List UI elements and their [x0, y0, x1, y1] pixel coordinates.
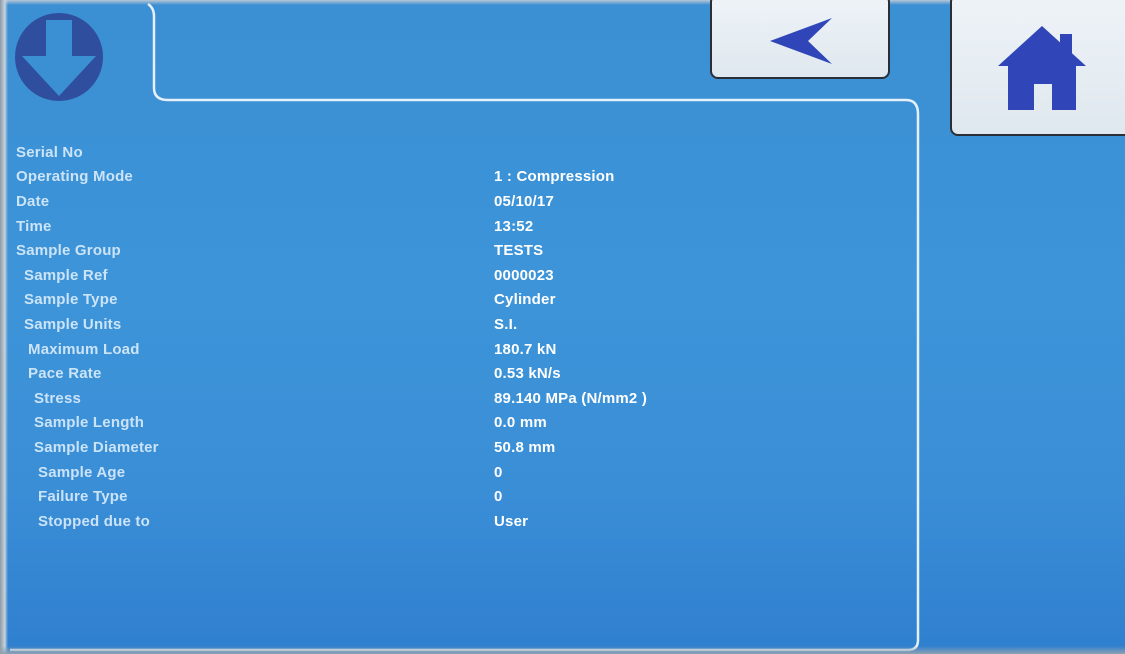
test-details-table: Serial No Operating Mode 1 : Compression… — [16, 140, 776, 534]
detail-value: 13:52 — [494, 217, 534, 235]
detail-label: Sample Group — [16, 242, 121, 260]
detail-value: S.I. — [494, 315, 518, 333]
detail-label: Sample Units — [24, 315, 122, 333]
detail-value: 89.140 MPa (N/mm2 ) — [494, 389, 648, 407]
detail-row-date: Date 05/10/17 — [16, 189, 776, 214]
home-icon — [998, 26, 1086, 110]
detail-value: 0 — [494, 463, 503, 481]
detail-row-operating-mode: Operating Mode 1 : Compression — [16, 165, 776, 190]
arrow-down-circle-icon — [15, 13, 103, 101]
detail-row-sample-units: Sample Units S.I. — [16, 312, 776, 337]
detail-label: Date — [16, 192, 50, 210]
detail-label: Sample Type — [24, 291, 118, 309]
detail-label: Stopped due to — [38, 512, 150, 530]
home-button[interactable] — [950, 0, 1125, 136]
detail-row-maximum-load: Maximum Load 180.7 kN — [16, 337, 776, 362]
detail-row-sample-age: Sample Age 0 — [16, 460, 776, 485]
detail-label: Maximum Load — [28, 340, 140, 358]
back-button[interactable] — [710, 0, 890, 79]
detail-value: 0 — [494, 488, 503, 506]
detail-row-sample-length: Sample Length 0.0 mm — [16, 411, 776, 436]
detail-row-failure-type: Failure Type 0 — [16, 484, 776, 509]
detail-row-sample-type: Sample Type Cylinder — [16, 288, 776, 313]
detail-label: Stress — [34, 389, 82, 407]
detail-value: User — [494, 512, 529, 530]
detail-row-sample-diameter: Sample Diameter 50.8 mm — [16, 435, 776, 460]
detail-value: Cylinder — [494, 291, 556, 309]
screen-bezel-bottom — [0, 646, 1125, 654]
detail-value: 180.7 kN — [494, 340, 557, 358]
detail-row-stopped-due-to: Stopped due to User — [16, 509, 776, 534]
detail-row-time: Time 13:52 — [16, 214, 776, 239]
detail-value: 05/10/17 — [494, 192, 554, 210]
detail-label: Sample Diameter — [34, 438, 159, 456]
detail-row-serial-no: Serial No — [16, 140, 776, 165]
detail-value: TESTS — [494, 242, 544, 260]
detail-label: Serial No — [16, 143, 83, 161]
detail-row-stress: Stress 89.140 MPa (N/mm2 ) — [16, 386, 776, 411]
detail-row-pace-rate: Pace Rate 0.53 kN/s — [16, 361, 776, 386]
detail-label: Operating Mode — [16, 168, 133, 186]
detail-label: Sample Length — [34, 414, 145, 432]
arrow-left-icon — [770, 18, 832, 64]
detail-value: 0.53 kN/s — [494, 365, 561, 383]
detail-value: 50.8 mm — [494, 438, 556, 456]
detail-label: Failure Type — [38, 488, 128, 506]
scroll-down-button[interactable] — [14, 12, 104, 102]
detail-row-sample-ref: Sample Ref 0000023 — [16, 263, 776, 288]
detail-value: 0000023 — [494, 266, 554, 284]
detail-label: Sample Age — [38, 463, 126, 481]
detail-label: Time — [16, 217, 52, 235]
detail-row-sample-group: Sample Group TESTS — [16, 238, 776, 263]
detail-label: Pace Rate — [28, 365, 102, 383]
detail-value: 1 : Compression — [494, 168, 615, 186]
detail-label: Sample Ref — [24, 266, 108, 284]
detail-value: 0.0 mm — [494, 414, 547, 432]
